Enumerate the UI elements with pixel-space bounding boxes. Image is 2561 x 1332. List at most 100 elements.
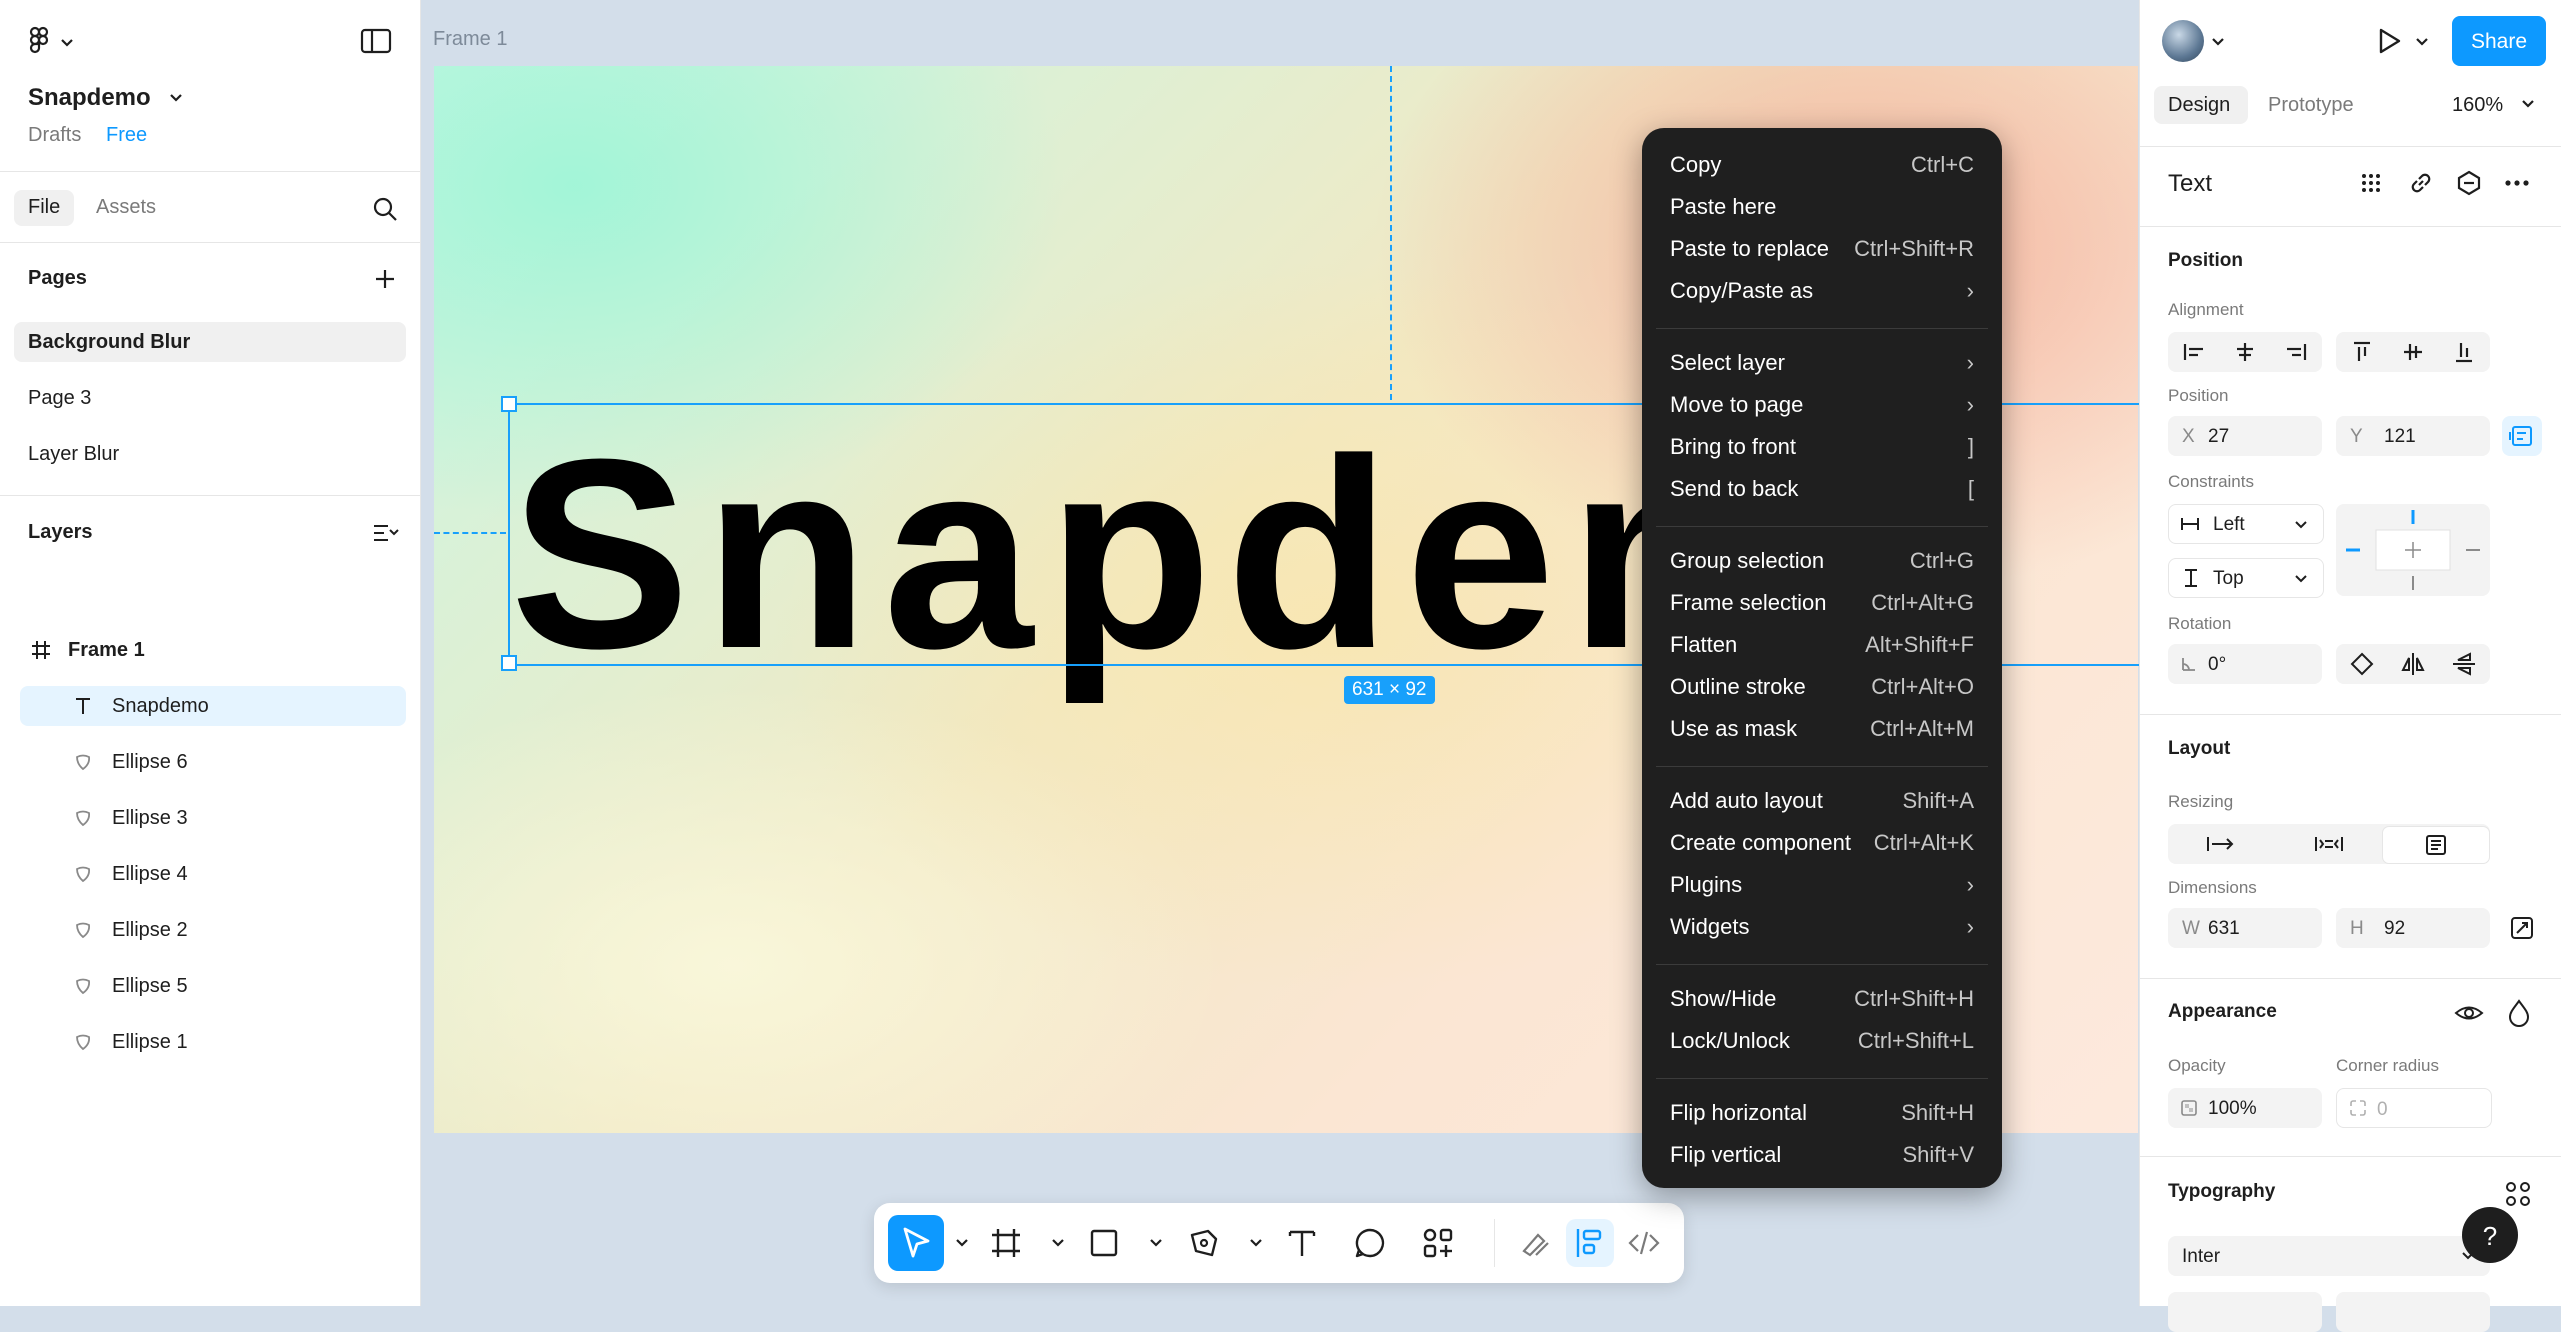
layer-item[interactable]: Ellipse 5	[0, 966, 420, 1006]
menu-item-send-to-back[interactable]: Send to back [	[1642, 470, 2002, 510]
flip-horizontal-icon[interactable]	[2397, 648, 2429, 680]
chevron-down-icon[interactable]	[1050, 1237, 1066, 1249]
text-styles-icon[interactable]	[2502, 1178, 2534, 1210]
help-button[interactable]: ?	[2462, 1207, 2518, 1263]
frame-label[interactable]: Frame 1	[433, 28, 507, 51]
menu-item-paste-to-replace[interactable]: Paste to replace Ctrl+Shift+R	[1642, 230, 2002, 270]
chevron-down-icon[interactable]	[168, 92, 184, 104]
dev-mode-icon[interactable]	[1626, 1225, 1662, 1261]
zoom-level[interactable]: 160%	[2452, 94, 2503, 117]
menu-item-frame-selection[interactable]: Frame selection Ctrl+Alt+G	[1642, 584, 2002, 624]
move-tool[interactable]	[888, 1215, 944, 1271]
figma-logo-icon[interactable]	[28, 26, 80, 56]
align-right-icon[interactable]	[2280, 336, 2312, 368]
constraint-horizontal-select[interactable]: Left	[2168, 504, 2324, 544]
selection-handle-tl[interactable]	[501, 396, 517, 412]
page-item-background-blur[interactable]: Background Blur	[28, 331, 190, 354]
tab-prototype[interactable]: Prototype	[2268, 94, 2354, 117]
menu-item-add-auto-layout[interactable]: Add auto layout Shift+A	[1642, 782, 2002, 822]
blend-mode-icon[interactable]	[2502, 996, 2536, 1030]
constraint-vertical-select[interactable]: Top	[2168, 558, 2324, 598]
comment-tool-icon[interactable]	[1352, 1225, 1388, 1261]
constrain-proportions-icon[interactable]	[2506, 912, 2538, 944]
draw-mode-icon[interactable]	[1518, 1225, 1554, 1261]
align-top-icon[interactable]	[2346, 336, 2378, 368]
menu-item-lock-unlock[interactable]: Lock/Unlock Ctrl+Shift+L	[1642, 1022, 2002, 1062]
layer-item[interactable]: Ellipse 6	[0, 742, 420, 782]
menu-item-widgets[interactable]: Widgets ›	[1642, 908, 2002, 948]
layer-item[interactable]: Ellipse 4	[0, 854, 420, 894]
menu-item-move-to-page[interactable]: Move to page ›	[1642, 386, 2002, 426]
align-center-h-icon[interactable]	[2229, 336, 2261, 368]
drafts-link[interactable]: Drafts	[28, 124, 81, 147]
chevron-down-icon[interactable]	[2414, 36, 2430, 48]
menu-item-show-hide[interactable]: Show/Hide Ctrl+Shift+H	[1642, 980, 2002, 1020]
menu-item-flip-vertical[interactable]: Flip vertical Shift+V	[1642, 1136, 2002, 1176]
menu-item-select-layer[interactable]: Select layer ›	[1642, 344, 2002, 384]
font-size-input[interactable]	[2336, 1292, 2490, 1332]
tab-design[interactable]: Design	[2168, 94, 2230, 117]
layer-item[interactable]: Ellipse 3	[0, 798, 420, 838]
layers-filter-icon[interactable]	[370, 518, 400, 548]
y-input[interactable]: Y 121	[2336, 416, 2490, 456]
play-icon[interactable]	[2372, 24, 2406, 58]
sidebar-toggle-icon[interactable]	[360, 28, 392, 54]
link-icon[interactable]	[2406, 168, 2436, 198]
layer-item[interactable]: Ellipse 2	[0, 910, 420, 950]
width-input[interactable]: W 631	[2168, 908, 2322, 948]
absolute-position-button[interactable]	[2502, 416, 2542, 456]
layer-item[interactable]: Ellipse 1	[0, 1022, 420, 1062]
search-icon[interactable]	[370, 194, 400, 224]
selection-handle-bl[interactable]	[501, 655, 517, 671]
file-name[interactable]: Snapdemo	[28, 84, 151, 112]
rectangle-tool-icon[interactable]	[1086, 1225, 1122, 1261]
component-grid-icon[interactable]	[2356, 168, 2386, 198]
opacity-input[interactable]: 100%	[2168, 1088, 2322, 1128]
hug-width-icon[interactable]	[2304, 828, 2354, 860]
height-input[interactable]: H 92	[2336, 908, 2490, 948]
chevron-down-icon[interactable]	[2210, 36, 2226, 48]
share-button[interactable]: Share	[2452, 16, 2546, 66]
menu-item-use-as-mask[interactable]: Use as mask Ctrl+Alt+M	[1642, 710, 2002, 750]
tab-file[interactable]: File	[28, 196, 60, 219]
auto-height-button[interactable]	[2382, 826, 2490, 864]
menu-item-flatten[interactable]: Flatten Alt+Shift+F	[1642, 626, 2002, 666]
actions-tool-icon[interactable]	[1420, 1225, 1456, 1261]
avatar[interactable]	[2162, 20, 2204, 62]
page-item-layer-blur[interactable]: Layer Blur	[28, 443, 119, 466]
variable-icon[interactable]	[2454, 168, 2484, 198]
chevron-down-icon[interactable]	[1248, 1237, 1264, 1249]
chevron-down-icon[interactable]	[2520, 98, 2536, 110]
chevron-down-icon[interactable]	[954, 1237, 970, 1249]
menu-item-paste-here[interactable]: Paste here	[1642, 188, 2002, 228]
menu-item-bring-to-front[interactable]: Bring to front]	[1642, 428, 2002, 468]
eye-icon[interactable]	[2452, 996, 2486, 1030]
align-bottom-icon[interactable]	[2448, 336, 2480, 368]
rotation-input[interactable]: 0°	[2168, 644, 2322, 684]
menu-item-copy-paste-as[interactable]: Copy/Paste as ›	[1642, 272, 2002, 312]
fixed-width-icon[interactable]	[2196, 828, 2246, 860]
menu-item-create-component[interactable]: Create component Ctrl+Alt+K	[1642, 824, 2002, 864]
tab-assets[interactable]: Assets	[96, 196, 156, 219]
layer-item[interactable]: Snapdemo	[0, 686, 420, 726]
corner-radius-input[interactable]: 0	[2336, 1088, 2492, 1128]
menu-item-flip-horizontal[interactable]: Flip horizontal Shift+H	[1642, 1094, 2002, 1134]
frame-tool-icon[interactable]	[988, 1225, 1024, 1261]
rotate-90-icon[interactable]	[2346, 648, 2378, 680]
font-family-select[interactable]: Inter	[2168, 1236, 2490, 1276]
align-left-icon[interactable]	[2178, 336, 2210, 368]
page-item-page-3[interactable]: Page 3	[28, 387, 91, 410]
chevron-down-icon[interactable]	[1148, 1237, 1164, 1249]
add-page-icon[interactable]	[370, 264, 400, 294]
design-mode-button[interactable]	[1566, 1219, 1614, 1267]
font-weight-select[interactable]	[2168, 1292, 2322, 1332]
x-input[interactable]: X 27	[2168, 416, 2322, 456]
constraint-widget[interactable]	[2336, 504, 2490, 596]
menu-item-copy[interactable]: Copy Ctrl+C	[1642, 146, 2002, 186]
align-middle-icon[interactable]	[2397, 336, 2429, 368]
flip-vertical-icon[interactable]	[2448, 648, 2480, 680]
menu-item-plugins[interactable]: Plugins ›	[1642, 866, 2002, 906]
more-icon[interactable]	[2502, 168, 2532, 198]
pen-tool-icon[interactable]	[1186, 1225, 1222, 1261]
menu-item-outline-stroke[interactable]: Outline stroke Ctrl+Alt+O	[1642, 668, 2002, 708]
